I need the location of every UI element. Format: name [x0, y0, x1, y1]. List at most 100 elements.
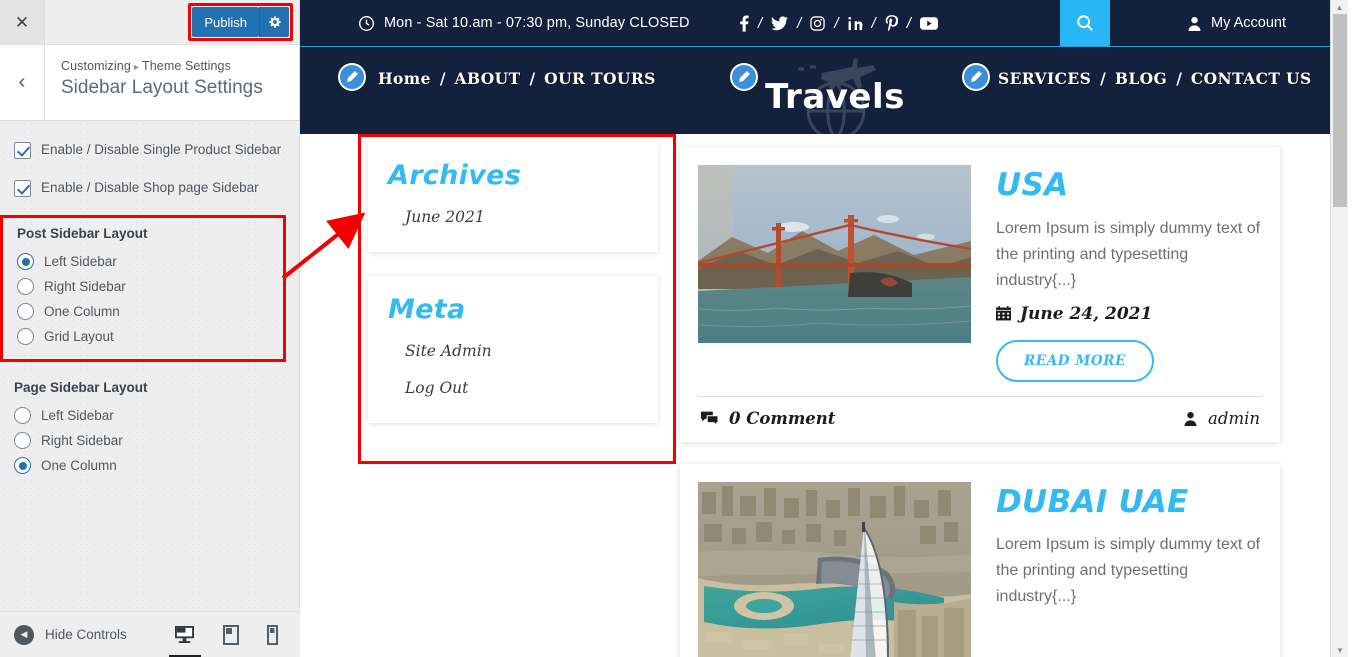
- post-author-name: admin: [1208, 408, 1260, 428]
- primary-nav-right: SERVICES / BLOG / CONTACT US: [998, 69, 1312, 88]
- post-card-usa: USA Lorem Ipsum is simply dummy text of …: [680, 147, 1280, 442]
- radio-dot[interactable]: [14, 432, 31, 449]
- publish-button[interactable]: Publish: [192, 7, 259, 37]
- post-date: June 24, 2021: [996, 304, 1262, 324]
- list-item: Log Out: [388, 370, 638, 407]
- scroll-up-arrow-icon[interactable]: ▲: [1331, 0, 1348, 14]
- checkbox-label: Enable / Disable Single Product Sidebar: [41, 142, 282, 157]
- burj-al-arab-photo: [698, 481, 971, 657]
- widget-list: Site Admin Log Out: [388, 333, 638, 407]
- desktop-icon: [175, 625, 194, 644]
- nav-link-contact-us[interactable]: CONTACT US: [1191, 69, 1312, 88]
- facebook-icon[interactable]: [740, 15, 749, 32]
- gear-icon[interactable]: [259, 7, 289, 37]
- read-more-button[interactable]: READ MORE: [996, 339, 1155, 382]
- nav-separator: /: [529, 69, 536, 88]
- radio-dot[interactable]: [17, 253, 34, 270]
- widget-title: Meta: [388, 294, 466, 325]
- meta-link-site-admin[interactable]: Site Admin: [405, 342, 492, 360]
- radio-dot[interactable]: [17, 278, 34, 295]
- control-shop-page-sidebar[interactable]: Enable / Disable Shop page Sidebar: [14, 179, 285, 197]
- breadcrumb-section[interactable]: Theme Settings: [142, 59, 231, 73]
- twitter-icon[interactable]: [771, 15, 789, 31]
- site-brand-name: Travels: [765, 77, 905, 117]
- post-thumbnail-usa[interactable]: [698, 165, 971, 343]
- nav-link-services[interactable]: SERVICES: [998, 69, 1091, 88]
- radio-label: One Column: [41, 458, 117, 473]
- post-author[interactable]: admin: [1183, 409, 1260, 428]
- radio-post-left-sidebar[interactable]: Left Sidebar: [3, 249, 283, 274]
- control-single-product-sidebar[interactable]: Enable / Disable Single Product Sidebar: [14, 141, 285, 159]
- hide-controls-label: Hide Controls: [45, 627, 127, 642]
- preview-scrollbar[interactable]: ▲ ▼: [1330, 0, 1348, 657]
- nav-link-our-tours[interactable]: OUR TOURS: [544, 69, 656, 88]
- my-account-label: My Account: [1211, 15, 1286, 31]
- radio-post-grid-layout[interactable]: Grid Layout: [3, 324, 283, 349]
- radio-label: Right Sidebar: [41, 433, 123, 448]
- site-logo[interactable]: Travels: [740, 58, 930, 141]
- scroll-down-arrow-icon[interactable]: ▼: [1331, 643, 1348, 657]
- nav-link-about[interactable]: ABOUT: [455, 69, 521, 88]
- post-thumbnail-dubai[interactable]: [698, 481, 971, 657]
- business-hours-text: Mon - Sat 10.am - 07:30 pm, Sunday CLOSE…: [384, 15, 690, 31]
- post-title[interactable]: DUBAI UAE: [996, 485, 1262, 519]
- post-title[interactable]: USA: [996, 169, 1262, 202]
- customizer-panel: ✕ Publish ‹ Customizing ▸ Theme Settings S…: [0, 0, 300, 657]
- nav-link-blog[interactable]: BLOG: [1115, 69, 1167, 88]
- radio-label: Left Sidebar: [44, 254, 117, 269]
- pinterest-icon[interactable]: [885, 14, 898, 32]
- person-icon: [1183, 411, 1198, 426]
- breadcrumb-root[interactable]: Customizing: [61, 59, 131, 73]
- post-comments-text: 0 Comment: [729, 408, 836, 428]
- post-comments[interactable]: 0 Comment: [700, 409, 835, 428]
- business-hours: Mon - Sat 10.am - 07:30 pm, Sunday CLOSE…: [358, 15, 690, 32]
- radio-dot[interactable]: [17, 328, 34, 345]
- device-tablet-button[interactable]: [223, 612, 239, 657]
- youtube-icon[interactable]: [919, 16, 938, 30]
- blog-sidebar: Archives June 2021 Meta Site Admin Log O…: [368, 142, 658, 447]
- post-text-dubai: DUBAI UAE Lorem Ipsum is simply dummy te…: [996, 482, 1262, 657]
- social-separator: /: [871, 14, 876, 32]
- edit-nav-right-pencil-icon[interactable]: [962, 63, 990, 91]
- edit-logo-pencil-icon[interactable]: [730, 63, 758, 91]
- meta-link-log-out[interactable]: Log Out: [405, 379, 468, 397]
- mobile-icon: [267, 624, 278, 645]
- radio-dot[interactable]: [14, 407, 31, 424]
- linkedin-icon[interactable]: [847, 16, 863, 31]
- hide-controls-button[interactable]: ◀ Hide Controls: [0, 624, 127, 645]
- radio-dot[interactable]: [17, 303, 34, 320]
- back-button[interactable]: ‹: [0, 45, 45, 120]
- scrollbar-thumb[interactable]: [1333, 14, 1347, 207]
- my-account-link[interactable]: My Account: [1187, 15, 1286, 31]
- radio-dot[interactable]: [14, 457, 31, 474]
- post-text-usa: USA Lorem Ipsum is simply dummy text of …: [996, 165, 1262, 382]
- radio-label: One Column: [44, 304, 120, 319]
- device-preview-switcher: [174, 612, 300, 657]
- close-customizer-button[interactable]: ✕: [0, 0, 45, 44]
- site-content: Archives June 2021 Meta Site Admin Log O…: [300, 134, 1348, 657]
- social-separator: /: [906, 14, 911, 32]
- device-mobile-button[interactable]: [267, 612, 278, 657]
- edit-menu-pencil-icon[interactable]: [338, 63, 366, 91]
- breadcrumb: Customizing ▸ Theme Settings: [61, 59, 263, 73]
- search-button[interactable]: [1060, 0, 1110, 46]
- checkbox-shop-page-sidebar[interactable]: [14, 180, 31, 197]
- instagram-icon[interactable]: [810, 15, 826, 31]
- radio-post-one-column[interactable]: One Column: [3, 299, 283, 324]
- primary-nav-left: Home / ABOUT / OUR TOURS: [378, 69, 656, 88]
- search-icon: [1077, 15, 1093, 31]
- list-item: June 2021: [388, 199, 638, 236]
- page-sidebar-layout-title: Page Sidebar Layout: [14, 380, 148, 395]
- radio-page-one-column[interactable]: One Column: [0, 453, 299, 478]
- comments-icon: [700, 410, 719, 427]
- archive-link-june-2021[interactable]: June 2021: [405, 208, 485, 226]
- customizer-titles: Customizing ▸ Theme Settings Sidebar Layou…: [45, 45, 263, 120]
- post-card-dubai-uae: DUBAI UAE Lorem Ipsum is simply dummy te…: [680, 463, 1280, 657]
- radio-post-right-sidebar[interactable]: Right Sidebar: [3, 274, 283, 299]
- checkbox-single-product-sidebar[interactable]: [14, 142, 31, 159]
- nav-link-home[interactable]: Home: [378, 69, 431, 88]
- device-desktop-button[interactable]: [174, 612, 195, 657]
- radio-page-right-sidebar[interactable]: Right Sidebar: [0, 428, 299, 453]
- page-sidebar-layout-group: Page Sidebar Layout Left Sidebar Right S…: [0, 380, 299, 478]
- radio-page-left-sidebar[interactable]: Left Sidebar: [0, 403, 299, 428]
